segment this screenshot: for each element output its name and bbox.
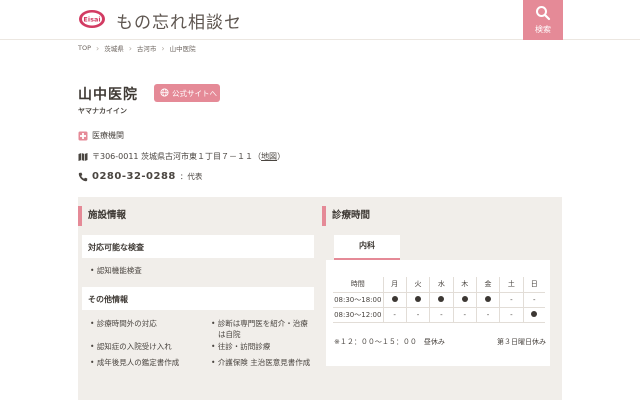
breadcrumb-city[interactable]: 古河市 xyxy=(137,43,157,53)
hours-day-cell: - xyxy=(499,292,524,308)
hours-col-time: 時間 xyxy=(333,277,383,293)
search-label: 検索 xyxy=(535,25,551,34)
hours-heading: 診療時間 xyxy=(322,206,558,226)
hours-time-cell: 08:30～18:00 xyxy=(333,292,383,308)
phone-row: 0280-32-0288 ：代表 xyxy=(78,171,202,182)
other-item: • 往診・訪問診療 xyxy=(211,342,271,351)
hours-day-cell: - xyxy=(522,292,545,308)
brand-title[interactable]: もの忘れ相談セ xyxy=(116,8,242,33)
open-dot-icon xyxy=(461,295,468,302)
hours-header-row: 時間 月 火 水 木 金 土 日 xyxy=(333,277,545,293)
breadcrumb-prefecture[interactable]: 茨城県 xyxy=(104,43,124,53)
hours-row: 08:30～18:00 - - xyxy=(333,292,545,308)
hours-col-day: 日 xyxy=(522,277,545,293)
exam-card-header: 対応可能な検査 xyxy=(82,235,314,258)
hours-note-text: ※１２：００～１５：００ 昼休み xyxy=(334,338,445,346)
facility-type-row: 医療機関 xyxy=(78,130,124,141)
search-icon xyxy=(536,6,551,21)
site-header: Eisai もの忘れ相談セ 検索 xyxy=(0,0,640,40)
open-dot-icon xyxy=(391,295,398,302)
other-item: • 診断は専門医を紹介・治療は自院 xyxy=(211,319,308,339)
other-item: • 成年後見人の鑑定書作成 xyxy=(90,358,180,367)
hours-time-cell: 08:30～12:00 xyxy=(333,307,383,323)
other-item: • 介護保険 主治医意見書作成 xyxy=(211,358,311,367)
hours-day-cell: - xyxy=(429,307,454,323)
globe-icon xyxy=(160,88,169,97)
page-title: 山中医院 xyxy=(78,87,138,103)
hours-day-cell xyxy=(405,292,430,308)
open-dot-icon xyxy=(415,295,422,302)
open-dot-icon xyxy=(485,295,492,302)
other-item-label: 診療時間外の対応 xyxy=(96,319,157,328)
address-row: 〒306-0011 茨城県古河市東１丁目７－１１（地図） xyxy=(78,151,285,162)
hours-day-cell xyxy=(382,292,407,308)
hours-col-day: 月 xyxy=(382,277,407,293)
official-site-button[interactable]: 公式サイトへ xyxy=(154,84,220,102)
chevron-right-icon: › xyxy=(161,43,165,53)
exam-item: • 認知機能検査 xyxy=(90,266,142,275)
breadcrumb-current: 山中医院 xyxy=(169,45,196,53)
open-dot-icon xyxy=(531,310,538,317)
facility-info-heading: 施設情報 xyxy=(78,206,314,226)
hours-day-cell: - xyxy=(475,307,500,323)
hours-col-day: 金 xyxy=(475,277,500,293)
other-card-header: その他情報 xyxy=(82,287,314,310)
hours-col-day: 火 xyxy=(405,277,430,293)
hours-col-day: 土 xyxy=(499,277,524,293)
map-link[interactable]: 地図 xyxy=(261,152,277,161)
other-item: • 認知症の入院受け入れ xyxy=(90,342,172,351)
facility-type: 医療機関 xyxy=(92,131,124,140)
map-icon xyxy=(78,152,88,161)
hours-day-cell: - xyxy=(405,307,430,323)
hours-day-cell xyxy=(452,292,477,308)
other-item-label: 成年後見人の鑑定書作成 xyxy=(96,358,180,367)
official-site-label: 公式サイトへ xyxy=(172,89,217,98)
chevron-right-icon: › xyxy=(96,43,100,53)
hours-col-day: 水 xyxy=(429,277,454,293)
phone-icon xyxy=(78,172,88,181)
page-title-kana: ヤマナカイイン xyxy=(78,107,127,115)
other-item-label: 診断は専門医を紹介・治療は自院 xyxy=(217,319,308,339)
hours-note: ※１２：００～１５：００ 昼休み 第３日曜日休み xyxy=(334,337,546,348)
phone-number[interactable]: 0280-32-0288 xyxy=(92,171,176,182)
search-button[interactable]: 検索 xyxy=(523,0,563,40)
breadcrumb-top[interactable]: TOP xyxy=(78,44,91,52)
hours-table: 時間 月 火 水 木 金 土 日 08:30～18:00- -08:30～12:0… xyxy=(333,277,545,323)
hours-day-cell: - xyxy=(382,307,407,323)
eisai-logo[interactable]: Eisai xyxy=(78,9,106,29)
other-item-label: 介護保険 主治医意見書作成 xyxy=(217,358,311,367)
other-item: • 診療時間外の対応 xyxy=(90,319,157,328)
open-dot-icon xyxy=(438,295,445,302)
other-heading: その他情報 xyxy=(88,295,128,304)
hours-day-cell: - xyxy=(499,307,524,323)
hours-note-closed: 第３日曜日休み xyxy=(497,338,546,346)
chevron-right-icon: › xyxy=(128,43,132,53)
hospital-icon xyxy=(78,131,88,140)
svg-text:Eisai: Eisai xyxy=(83,16,100,24)
exam-heading: 対応可能な検査 xyxy=(88,243,144,252)
other-item-label: 認知症の入院受け入れ xyxy=(96,342,172,351)
other-item-label: 往診・訪問診療 xyxy=(217,342,271,351)
hours-day-cell xyxy=(522,307,545,323)
phone-note: ：代表 xyxy=(179,172,203,181)
hours-col-day: 木 xyxy=(452,277,477,293)
breadcrumb: TOP › 茨城県 › 古河市 › 山中医院 xyxy=(78,43,196,54)
exam-item-label: 認知機能検査 xyxy=(96,266,142,275)
hours-day-cell: - xyxy=(452,307,477,323)
hours-day-cell xyxy=(429,292,454,308)
hours-day-cell xyxy=(475,292,500,308)
hours-row: 08:30～12:00- - - - - - xyxy=(333,307,545,323)
tab-internal-medicine[interactable]: 内科 xyxy=(334,235,400,260)
address: 〒306-0011 茨城県古河市東１丁目７－１１ xyxy=(92,152,254,161)
